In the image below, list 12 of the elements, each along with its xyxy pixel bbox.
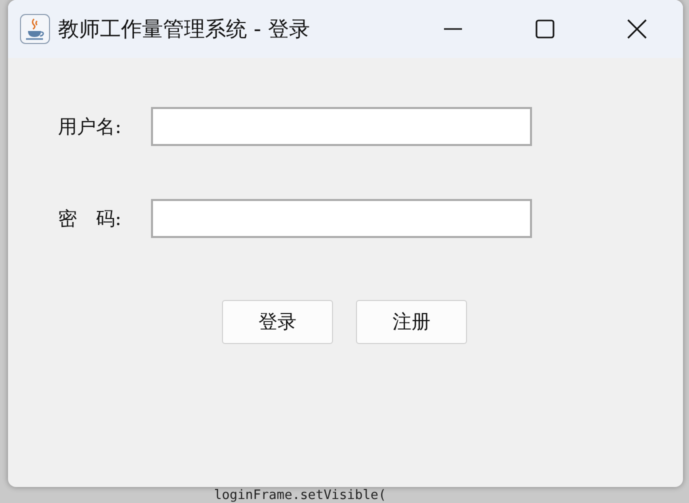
minimize-icon xyxy=(443,28,463,30)
input-field[interactable] xyxy=(151,107,532,146)
close-icon xyxy=(626,18,648,40)
action-button[interactable]: 登录 xyxy=(222,300,333,344)
window-title: 教师工作量管理系统 - 登录 xyxy=(58,16,311,43)
maximize-icon xyxy=(535,19,555,39)
code-line: loginFrame.setVisible( xyxy=(214,488,386,503)
coffee-cup-icon xyxy=(20,14,50,44)
field-label: 密 码: xyxy=(58,206,122,232)
input-field[interactable] xyxy=(151,199,532,238)
action-button[interactable]: 注册 xyxy=(356,300,467,344)
field-label: 用户名: xyxy=(58,114,122,140)
